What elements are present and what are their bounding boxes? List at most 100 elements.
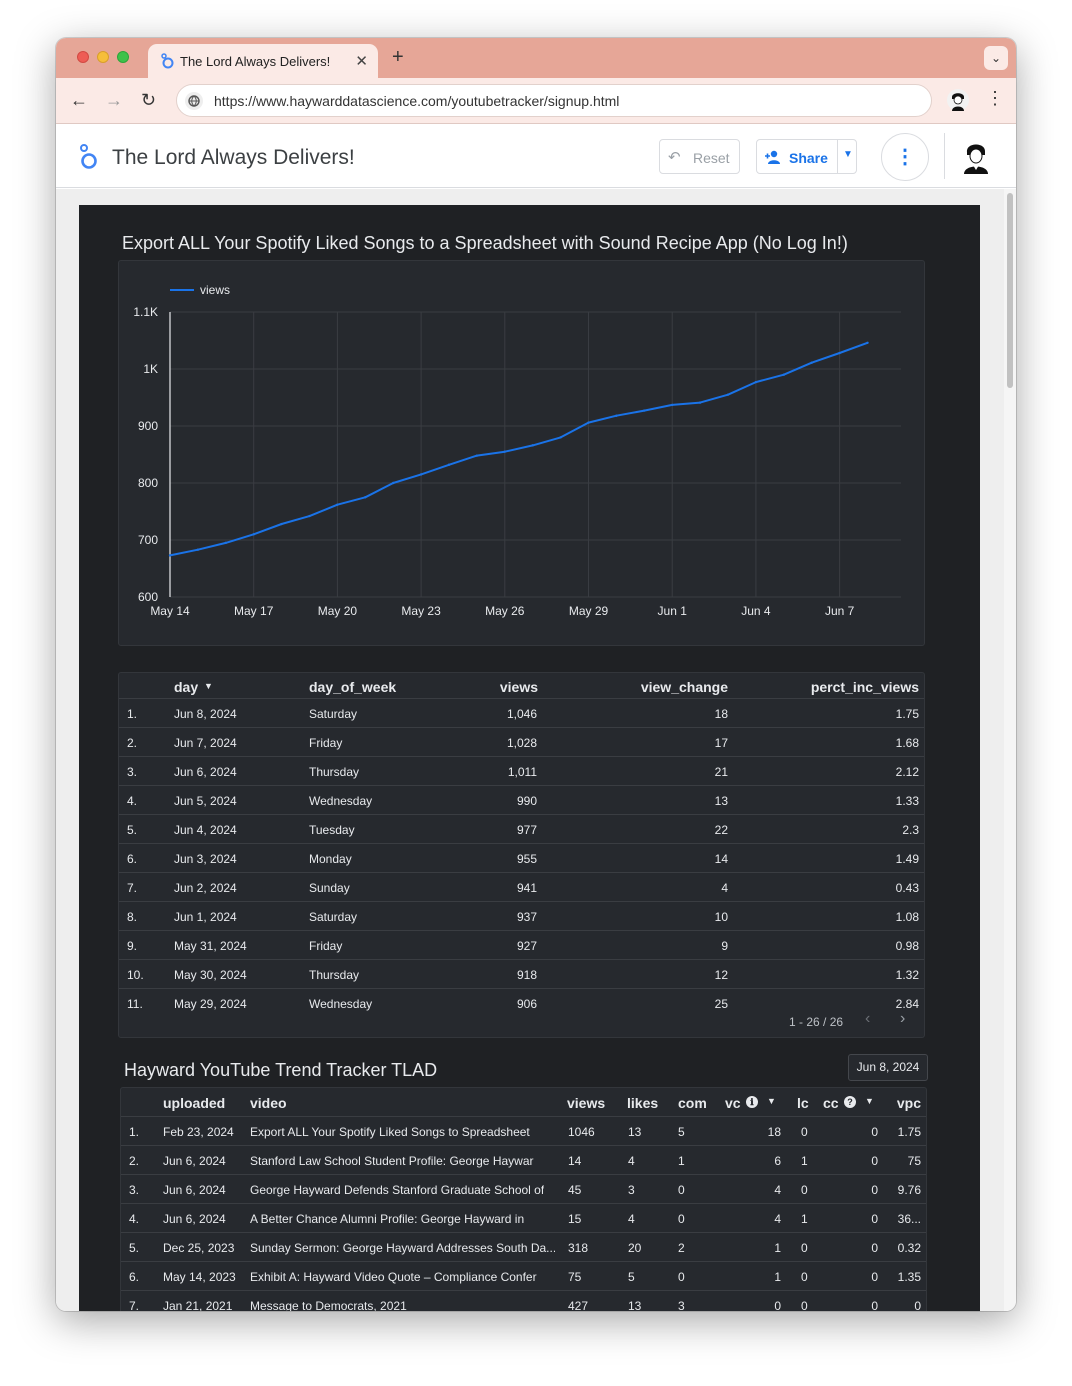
data-point — [698, 401, 702, 404]
col-day[interactable]: day — [174, 679, 198, 695]
profile-avatar-icon[interactable] — [947, 89, 969, 111]
next-page-icon[interactable]: › — [900, 1010, 905, 1028]
table-row[interactable]: 5. Jun 4, 2024 Tuesday 977 22 2.3 — [119, 814, 924, 843]
table-row[interactable]: 6. Jun 3, 2024 Monday 955 14 1.49 — [119, 843, 924, 872]
col-video[interactable]: video — [250, 1095, 287, 1111]
date-range-control[interactable]: Jun 8, 2024 — [848, 1054, 928, 1081]
table-row[interactable]: 4. Jun 5, 2024 Wednesday 990 13 1.33 — [119, 785, 924, 814]
table-row[interactable]: 5. Dec 25, 2023 Sunday Sermon: George Hayw… — [121, 1232, 926, 1261]
table-row[interactable]: 2. Jun 7, 2024 Friday 1,028 17 1.68 — [119, 727, 924, 756]
table-row[interactable]: 10. May 30, 2024 Thursday 918 12 1.32 — [119, 959, 924, 988]
table-row[interactable]: 11. May 29, 2024 Wednesday 906 25 2.84 — [119, 988, 924, 1017]
browser-toolbar: ← → ↻ https://www.haywarddatascience.com… — [56, 78, 1016, 124]
share-dropdown-icon[interactable]: ▼ — [843, 149, 853, 160]
table-row[interactable]: 3. Jun 6, 2024 Thursday 1,011 21 2.12 — [119, 756, 924, 785]
table-row[interactable]: 8. Jun 1, 2024 Saturday 937 10 1.08 — [119, 901, 924, 930]
data-point — [196, 548, 200, 551]
row-number: 1. — [127, 707, 138, 721]
sort-desc-icon[interactable]: ▼ — [865, 1096, 874, 1106]
table-row[interactable]: 1. Jun 8, 2024 Saturday 1,046 18 1.75 — [119, 698, 924, 727]
row-number: 6. — [129, 1270, 140, 1284]
tab-close-icon[interactable]: ✕ — [355, 52, 368, 70]
cell-lc: 0 — [801, 1270, 808, 1284]
cell-day: Jun 6, 2024 — [174, 765, 237, 779]
cell-uploaded: Jun 6, 2024 — [163, 1212, 226, 1226]
cell-views: 941 — [516, 881, 537, 895]
tab-title: The Lord Always Delivers! — [180, 54, 331, 69]
sort-desc-icon[interactable]: ▼ — [767, 1096, 776, 1106]
forward-button[interactable]: → — [105, 90, 123, 111]
reload-button[interactable]: ↻ — [141, 90, 156, 111]
sort-desc-icon[interactable]: ▼ — [204, 681, 213, 691]
table-row[interactable]: 7. Jan 21, 2021 Message to Democrats, 2021… — [121, 1290, 926, 1311]
col-uploaded[interactable]: uploaded — [163, 1095, 225, 1111]
x-tick-label: May 29 — [569, 604, 609, 618]
table-row[interactable]: 6. May 14, 2023 Exhibit A: Hayward Video Q… — [121, 1261, 926, 1290]
data-point — [810, 361, 813, 364]
tab-active[interactable]: The Lord Always Delivers! ✕ — [148, 44, 378, 78]
table-row[interactable]: 2. Jun 6, 2024 Stanford Law School Student… — [121, 1145, 926, 1174]
table-row[interactable]: 9. May 31, 2024 Friday 927 9 0.98 — [119, 930, 924, 959]
cell-day: Jun 5, 2024 — [174, 794, 237, 808]
col-perct-inc-views[interactable]: perct_inc_views — [811, 679, 919, 695]
cell-likes: 3 — [628, 1183, 635, 1197]
cell-day-of-week: Saturday — [309, 910, 358, 924]
cell-view-change: 18 — [714, 707, 728, 721]
table-row[interactable]: 3. Jun 6, 2024 George Hayward Defends Stan… — [121, 1174, 926, 1203]
col-vc[interactable]: vc — [725, 1095, 741, 1111]
cell-likes: 20 — [628, 1241, 642, 1255]
share-button[interactable]: Share ▼ — [756, 139, 857, 174]
site-info-icon[interactable] — [185, 92, 203, 110]
back-button[interactable]: ← — [70, 90, 88, 111]
cell-views: 318 — [568, 1241, 589, 1255]
cell-day: Jun 7, 2024 — [174, 736, 237, 750]
table-row[interactable]: 4. Jun 6, 2024 A Better Chance Alumni Prof… — [121, 1203, 926, 1232]
row-number: 11. — [127, 997, 143, 1011]
col-com[interactable]: com — [678, 1095, 707, 1111]
help-icon[interactable]: ? — [844, 1096, 856, 1108]
share-label: Share — [789, 150, 828, 166]
reset-button[interactable]: ↶ Reset — [659, 139, 740, 174]
info-icon[interactable]: ℹ — [746, 1096, 758, 1108]
col-view-change[interactable]: view_change — [641, 679, 728, 695]
maximize-window-button[interactable] — [117, 51, 129, 63]
table-row[interactable]: 7. Jun 2, 2024 Sunday 941 4 0.43 — [119, 872, 924, 901]
scrollbar-thumb[interactable] — [1007, 193, 1013, 388]
minimize-window-button[interactable] — [97, 51, 109, 63]
cell-perct-inc-views: 1.75 — [895, 707, 919, 721]
x-tick-label: Jun 4 — [741, 604, 771, 618]
col-cc[interactable]: cc — [823, 1095, 839, 1111]
table-row[interactable]: 1. Feb 23, 2024 Export ALL Your Spotify Li… — [121, 1116, 926, 1145]
col-views[interactable]: views — [567, 1095, 605, 1111]
more-options-button[interactable]: ⋮ — [881, 133, 929, 181]
cell-vc: 1 — [774, 1241, 781, 1255]
trend-tracker-title: Hayward YouTube Trend Tracker TLAD — [124, 1060, 438, 1080]
cell-perct-inc-views: 1.08 — [895, 910, 919, 924]
address-bar[interactable]: https://www.haywarddatascience.com/youtu… — [176, 84, 932, 117]
cell-day-of-week: Thursday — [309, 968, 360, 982]
col-day-of-week[interactable]: day_of_week — [309, 679, 396, 695]
col-likes[interactable]: likes — [627, 1095, 658, 1111]
cell-view-change: 22 — [714, 823, 728, 837]
cell-uploaded: Dec 25, 2023 — [163, 1241, 235, 1255]
cell-vpc: 9.76 — [897, 1183, 921, 1197]
vertical-scrollbar[interactable] — [1004, 189, 1016, 1311]
row-number: 2. — [127, 736, 138, 750]
cell-views: 427 — [568, 1299, 589, 1311]
cell-vpc: 0 — [914, 1299, 921, 1311]
col-lc[interactable]: lc — [797, 1095, 809, 1111]
row-number: 2. — [129, 1154, 140, 1168]
tab-search-button[interactable]: ⌄ — [984, 46, 1008, 70]
col-views[interactable]: views — [500, 679, 538, 695]
new-tab-button[interactable]: + — [392, 46, 404, 69]
user-avatar[interactable] — [961, 140, 991, 174]
browser-menu-icon[interactable]: ⋮ — [986, 88, 1004, 109]
close-window-button[interactable] — [77, 51, 89, 63]
prev-page-icon[interactable]: ‹ — [865, 1010, 870, 1028]
col-vpc[interactable]: vpc — [897, 1095, 921, 1111]
cell-day-of-week: Saturday — [309, 707, 358, 721]
row-number: 7. — [127, 881, 138, 895]
views-line-chart[interactable]: 600 700 800 900 1K 1.1K May 14 May 17 May 20 May … — [118, 260, 925, 646]
cell-lc: 1 — [801, 1154, 808, 1168]
cell-views: 1,028 — [506, 736, 537, 750]
